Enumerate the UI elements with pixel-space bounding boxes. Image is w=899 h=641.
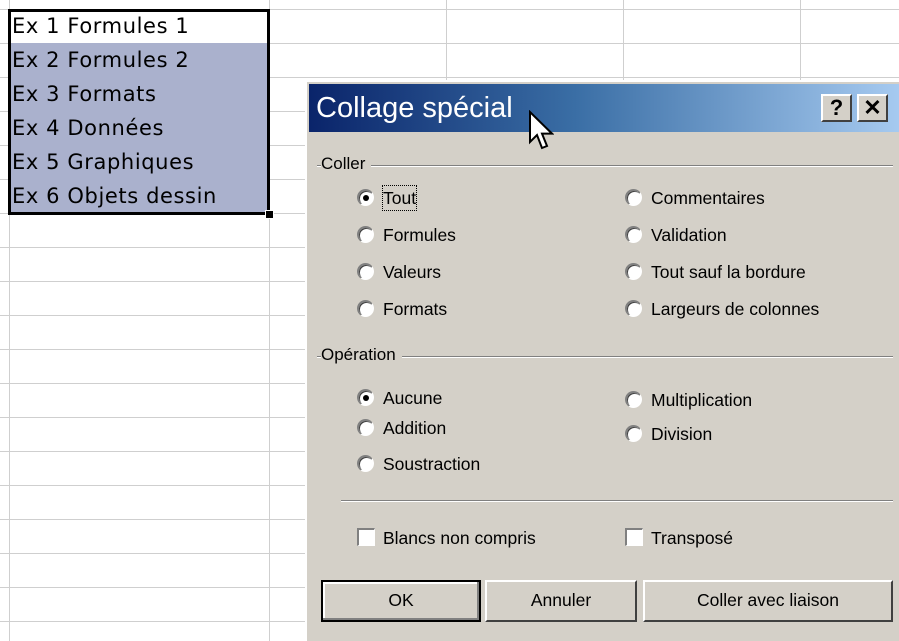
checkbox-label: Transposé: [651, 528, 734, 548]
radio-button[interactable]: [357, 263, 374, 280]
checkbox-label: Blancs non compris: [383, 528, 536, 548]
radio-button[interactable]: [625, 189, 642, 206]
ok-button[interactable]: OK: [321, 580, 481, 622]
fill-handle[interactable]: [265, 210, 274, 219]
grid-line: [269, 0, 270, 641]
checkbox[interactable]: [357, 528, 375, 546]
radio-label: Largeurs de colonnes: [651, 299, 820, 319]
radio-button[interactable]: [357, 389, 374, 406]
radio-label: Formats: [383, 299, 448, 319]
cell-a1[interactable]: Ex 1 Formules 1: [10, 9, 268, 43]
radio-label: Division: [651, 424, 713, 444]
group-divider: [317, 165, 893, 167]
radio-label: Multiplication: [651, 390, 753, 410]
close-button[interactable]: ✕: [857, 94, 888, 122]
radio-button[interactable]: [357, 300, 374, 317]
radio-label: Aucune: [383, 388, 443, 408]
paste-link-button[interactable]: Coller avec liaison: [643, 580, 893, 622]
cell-a4[interactable]: Ex 4 Données: [10, 111, 268, 145]
radio-label: Validation: [651, 225, 727, 245]
group-label-operation: Opération: [321, 345, 402, 365]
radio-button[interactable]: [357, 189, 374, 206]
dialog-title: Collage spécial: [316, 92, 513, 124]
dialog-titlebar[interactable]: Collage spécial ? ✕: [309, 84, 899, 132]
radio-label: Formules: [383, 225, 456, 245]
cell-a5[interactable]: Ex 5 Graphiques: [10, 145, 268, 179]
radio-label: Tout sauf la bordure: [651, 262, 806, 282]
cell-a3[interactable]: Ex 3 Formats: [10, 77, 268, 111]
group-label-coller: Coller: [321, 154, 372, 174]
radio-button[interactable]: [625, 391, 642, 408]
group-divider: [317, 356, 893, 358]
cell-a6[interactable]: Ex 6 Objets dessin: [10, 179, 268, 213]
mouse-cursor-icon: [529, 110, 554, 150]
radio-button[interactable]: [625, 425, 642, 442]
radio-button[interactable]: [357, 419, 374, 436]
radio-button[interactable]: [625, 300, 642, 317]
help-button[interactable]: ?: [821, 94, 852, 122]
radio-button[interactable]: [625, 263, 642, 280]
checkbox[interactable]: [625, 528, 643, 546]
close-icon: ✕: [863, 95, 882, 120]
radio-button[interactable]: [357, 226, 374, 243]
radio-button[interactable]: [357, 455, 374, 472]
help-icon: ?: [829, 95, 844, 120]
cell-a2[interactable]: Ex 2 Formules 2: [10, 43, 268, 77]
radio-label: Soustraction: [383, 454, 481, 474]
separator: [341, 500, 893, 502]
radio-button[interactable]: [625, 226, 642, 243]
radio-label: Addition: [383, 418, 447, 438]
paste-special-dialog: Collage spécial ? ✕ Coller Tout Formules…: [305, 80, 899, 641]
radio-label: Commentaires: [651, 188, 765, 208]
radio-label: Valeurs: [383, 262, 442, 282]
cancel-button[interactable]: Annuler: [485, 580, 637, 622]
radio-label: Tout: [381, 185, 418, 211]
